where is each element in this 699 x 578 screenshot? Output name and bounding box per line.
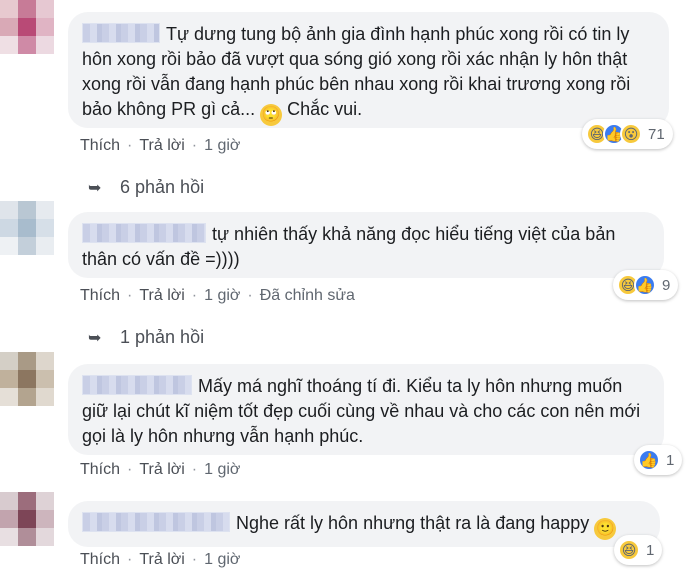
comment-actions: Thích · Trả lời · 1 giờ <box>80 461 241 478</box>
comment-bubble: tự nhiên thấy khả năng đọc hiểu tiếng vi… <box>68 212 664 278</box>
comment-actions: Thích · Trả lời · 1 giờ <box>80 551 241 568</box>
reaction-summary[interactable]: 👍 1 <box>634 445 683 475</box>
avatar[interactable] <box>0 352 54 406</box>
like-reaction-icon: 👍 <box>638 449 660 471</box>
reply-arrow-icon: ➥ <box>88 330 102 347</box>
reply-link[interactable]: Trả lời <box>139 287 184 304</box>
replies-count-label: 6 phản hồi <box>120 177 205 197</box>
edited-label[interactable]: Đã chỉnh sửa <box>260 287 355 304</box>
reaction-summary[interactable]: 😆 👍 😮 71 <box>582 119 673 149</box>
haha-reaction-icon: 😆 <box>618 539 640 561</box>
reaction-count: 1 <box>646 541 655 559</box>
comment-text-tail: Chắc vui. <box>282 99 363 119</box>
commenter-name-blurred[interactable] <box>82 223 206 243</box>
reaction-count: 71 <box>648 125 665 143</box>
comment-actions: Thích · Trả lời · 1 giờ · Đã chỉnh sửa <box>80 287 355 304</box>
reaction-summary[interactable]: 😆 👍 9 <box>613 270 679 300</box>
wow-reaction-icon: 😮 <box>620 123 642 145</box>
reply-link[interactable]: Trả lời <box>139 137 184 154</box>
view-replies-link[interactable]: ➥ 1 phản hồi <box>88 327 204 348</box>
comment-bubble: Tự dưng tung bộ ảnh gia đình hạnh phúc x… <box>68 12 669 128</box>
commenter-name-blurred[interactable] <box>82 512 230 532</box>
smile-emoji-icon: 🙂 <box>594 518 617 540</box>
rolling-eyes-emoji-icon: 🙄 <box>260 104 283 126</box>
avatar[interactable] <box>0 201 54 255</box>
reply-arrow-icon: ➥ <box>88 180 102 197</box>
reaction-summary[interactable]: 😆 1 <box>614 535 663 565</box>
comment-bubble: Mấy má nghĩ thoáng tí đi. Kiểu ta ly hôn… <box>68 364 664 455</box>
commenter-name-blurred[interactable] <box>82 23 160 43</box>
like-link[interactable]: Thích <box>80 137 120 154</box>
avatar[interactable] <box>0 0 54 54</box>
reaction-count: 9 <box>662 276 671 294</box>
reaction-count: 1 <box>666 451 675 469</box>
comment-text: Nghe rất ly hôn nhưng thật ra là đang ha… <box>236 513 590 533</box>
reply-link[interactable]: Trả lời <box>139 461 184 478</box>
timestamp[interactable]: 1 giờ <box>204 551 240 568</box>
timestamp[interactable]: 1 giờ <box>204 461 240 478</box>
comment-actions: Thích · Trả lời · 1 giờ <box>80 137 241 154</box>
view-replies-link[interactable]: ➥ 6 phản hồi <box>88 177 204 198</box>
timestamp[interactable]: 1 giờ <box>204 137 240 154</box>
avatar[interactable] <box>0 492 54 546</box>
like-reaction-icon: 👍 <box>634 274 656 296</box>
replies-count-label: 1 phản hồi <box>120 327 205 347</box>
comment-bubble: Nghe rất ly hôn nhưng thật ra là đang ha… <box>68 501 660 547</box>
timestamp[interactable]: 1 giờ <box>204 287 240 304</box>
reply-link[interactable]: Trả lời <box>139 551 184 568</box>
like-link[interactable]: Thích <box>80 287 120 304</box>
like-link[interactable]: Thích <box>80 551 120 568</box>
commenter-name-blurred[interactable] <box>82 375 192 395</box>
like-link[interactable]: Thích <box>80 461 120 478</box>
